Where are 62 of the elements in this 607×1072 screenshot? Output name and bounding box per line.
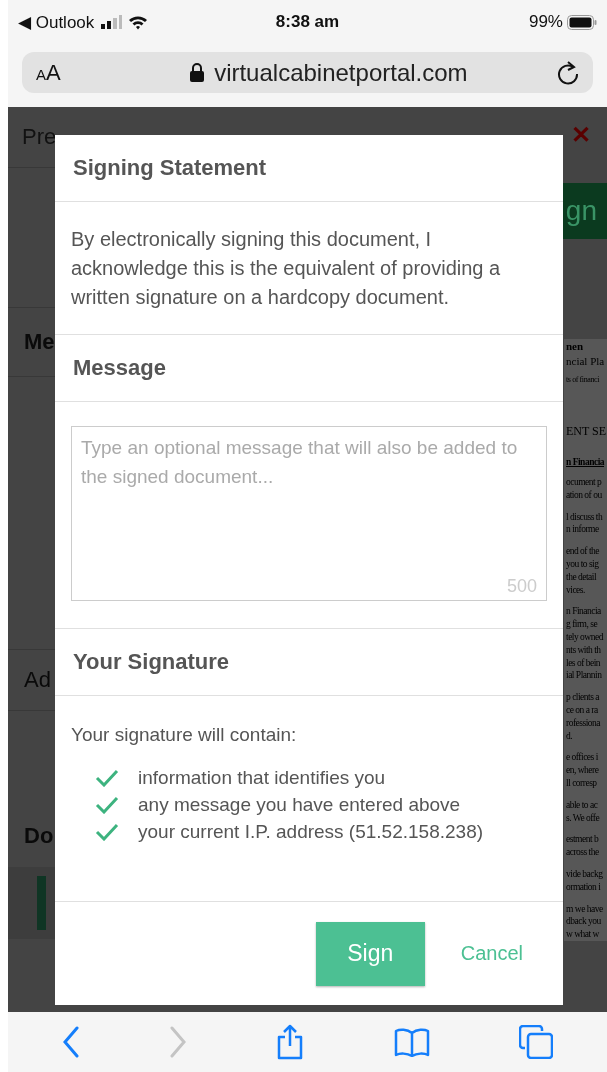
- url-text: virtualcabinetportal.com: [214, 58, 468, 87]
- back-icon[interactable]: [62, 1026, 81, 1058]
- field-label: Ad: [24, 667, 51, 693]
- document-text: ial Plannin: [566, 669, 603, 683]
- statement-text: By electronically signing this document, I acknowledge this is the equivalent of providing a written signature on a hardcopy document.: [71, 226, 502, 310]
- text-size-button[interactable]: AA: [36, 59, 61, 86]
- signal-icon: [100, 15, 123, 29]
- document-text: vide backg: [566, 867, 604, 881]
- battery-percent: 99%: [528, 12, 563, 32]
- section-heading: Your Signature: [73, 649, 230, 675]
- document-text: p clients a: [566, 691, 600, 704]
- document-heading: ENT SE: [566, 424, 607, 439]
- document-text: estment b: [566, 833, 600, 847]
- section-heading: Me: [24, 329, 55, 355]
- document-text: n informe: [566, 523, 600, 537]
- document-text: en, where: [566, 764, 600, 777]
- signature-item-text: information that identifies you: [138, 766, 386, 789]
- document-text: across the: [566, 846, 600, 859]
- document-text: vices.: [566, 583, 586, 597]
- status-bar-mark: [37, 876, 46, 930]
- section-heading: Message: [73, 355, 166, 381]
- dialog-title: Signing Statement: [73, 155, 267, 181]
- back-to-app-label[interactable]: ◀ Outlook: [18, 11, 95, 33]
- document-text: ocument p: [566, 476, 603, 489]
- document-text: end of the: [566, 545, 600, 558]
- document-text: ts of financi: [566, 375, 600, 384]
- document-text: d.: [566, 729, 574, 743]
- document-text: ation of ou: [566, 488, 603, 502]
- document-text: les of bein: [566, 656, 602, 670]
- document-text: m we have: [566, 902, 604, 916]
- cancel-button[interactable]: Cancel: [460, 942, 523, 965]
- signature-item-text: any message you have entered above: [138, 793, 461, 816]
- document-text: able to ac: [566, 798, 599, 812]
- section-heading: Do: [24, 823, 54, 849]
- document-text: l discuss th: [566, 510, 604, 524]
- document-text: the detail: [566, 570, 598, 584]
- document-text: nts with th: [566, 643, 602, 657]
- document-text: ll corresp: [566, 776, 598, 790]
- document-text: ormation i: [566, 880, 602, 894]
- signature-item-text: your current I.P. address (51.52.158.238): [138, 820, 484, 843]
- lock-icon: [190, 63, 205, 82]
- signature-intro: Your signature will contain:: [71, 724, 298, 746]
- document-text: ce on a ra: [566, 703, 599, 717]
- document-text: nen: [566, 339, 585, 354]
- document-text: s. We offe: [566, 811, 601, 825]
- reload-icon[interactable]: [557, 60, 579, 85]
- document-text: w what w: [566, 928, 600, 941]
- battery-icon: [567, 14, 597, 30]
- document-text: you to sig: [566, 558, 600, 571]
- document-text: rofessiona: [566, 716, 602, 730]
- wifi-icon: [128, 14, 149, 30]
- document-subheading: n Financia: [566, 457, 606, 467]
- tabs-icon[interactable]: [518, 1025, 553, 1059]
- document-text: ncial Pla: [566, 354, 606, 369]
- clock-time: 8:38 am: [275, 12, 340, 32]
- document-text: g firm, se: [566, 618, 599, 631]
- document-text: tely owned: [566, 630, 604, 644]
- address-bar[interactable]: AA virtualcabinetportal.com: [22, 52, 593, 93]
- document-text: dback you: [566, 915, 602, 929]
- sign-button[interactable]: Sign: [315, 921, 425, 986]
- document-text: n Financia: [566, 605, 602, 619]
- book-icon[interactable]: [394, 1027, 431, 1057]
